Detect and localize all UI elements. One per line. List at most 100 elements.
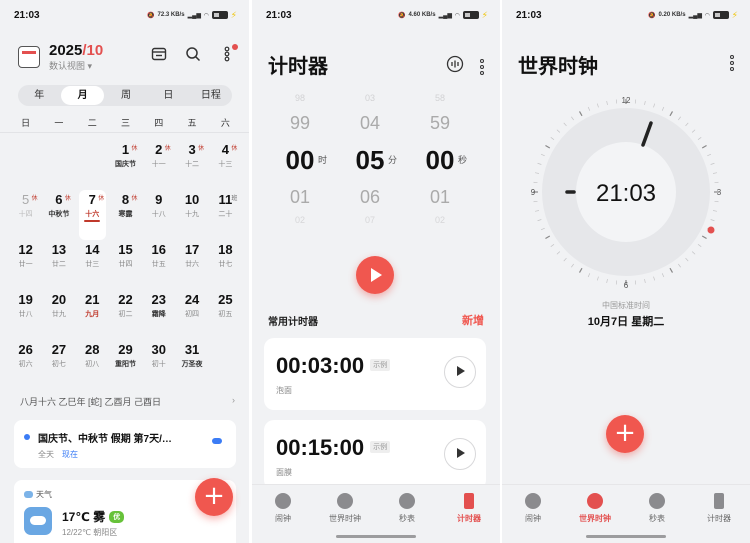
globe-icon (337, 493, 353, 509)
picker-value: 99 (289, 113, 311, 133)
weather-temp-text: 17℃ 雾 (62, 510, 106, 524)
clock-tick (563, 122, 567, 127)
clock-tick (691, 129, 696, 133)
weekday-label: 四 (154, 118, 164, 128)
calendar-day[interactable]: 11 二十班 (209, 190, 242, 240)
weather-label-text: 天气 (36, 490, 52, 499)
calendar-day[interactable]: 21 九月 (76, 290, 109, 340)
preset-name: 面膜 (276, 468, 292, 477)
clock-tick (697, 244, 702, 247)
minutes-wheel[interactable]: 03 04 05 分 06 07 (340, 92, 400, 226)
calendar-day[interactable]: 1 国庆节休 (109, 140, 142, 190)
calendar-day[interactable]: 19 廿八 (9, 290, 42, 340)
calendar-day[interactable]: 18 廿七 (209, 240, 242, 290)
picker-value: 58 (434, 93, 445, 103)
globe-icon (587, 493, 603, 509)
preset-timer-card[interactable]: 00:15:00 示例 面膜 (264, 420, 486, 490)
dial-number: 9 (531, 188, 536, 197)
calendar-day[interactable]: 29 重阳节 (109, 340, 142, 390)
start-timer-button[interactable] (356, 256, 394, 294)
calendar-day[interactable]: 22 初二 (109, 290, 142, 340)
more-icon[interactable] (480, 58, 484, 75)
event-now: 现在 (62, 450, 78, 459)
picker-value: 06 (359, 187, 381, 207)
tab-label: 秒表 (649, 514, 665, 523)
calendar-day[interactable]: 7 十六休 (78, 190, 106, 240)
calendar-day[interactable]: 31 万圣夜 (175, 340, 208, 390)
tab-week[interactable]: 周 (105, 85, 147, 106)
tab-alarm[interactable]: 闹钟 (252, 485, 314, 543)
calendar-day[interactable]: 3 十二休 (175, 140, 208, 190)
add-city-button[interactable]: + (606, 415, 644, 453)
stopwatch-icon (399, 493, 415, 509)
event-card[interactable]: 国庆节、中秋节 假期 第7天/… 全天 现在 (14, 420, 236, 468)
tab-month[interactable]: 月 (61, 86, 104, 105)
calendar-day[interactable]: 28 初八 (76, 340, 109, 390)
seconds-wheel[interactable]: 58 59 00 秒 01 02 (410, 92, 470, 226)
lunar-label: 十一 (151, 161, 166, 168)
sound-wave-icon[interactable] (446, 55, 464, 78)
calendar-day[interactable]: 17 廿六 (175, 240, 208, 290)
play-preset-button[interactable] (444, 356, 476, 388)
timezone-label: 中国标准时间 (602, 301, 650, 310)
calendar-day[interactable]: 30 初十 (142, 340, 175, 390)
weekday-header: 日 一 二 三 四 五 六 (9, 116, 242, 129)
calendar-day[interactable]: 5 十四休 (9, 190, 42, 240)
tab-timer[interactable]: 计时器 (688, 485, 750, 543)
divider (0, 132, 249, 133)
calendar-day[interactable]: 9 十八 (142, 190, 175, 240)
calendar-view-icon[interactable] (151, 46, 167, 62)
calendar-day[interactable]: 10 十九 (175, 190, 208, 240)
tab-year[interactable]: 年 (18, 85, 60, 106)
more-icon[interactable] (730, 55, 734, 71)
tab-day[interactable]: 日 (147, 85, 189, 106)
add-preset-button[interactable]: 新增 (462, 312, 484, 328)
calendar-day[interactable]: 23 霜降 (142, 290, 175, 340)
calendar-day[interactable]: 2 十一休 (142, 140, 175, 190)
aqi-badge: 优 (109, 511, 125, 523)
calendar-day[interactable]: 24 初四 (175, 290, 208, 340)
play-preset-button[interactable] (444, 438, 476, 470)
clock-tick (550, 244, 555, 247)
lunar-label: 廿二 (51, 261, 66, 268)
status-time: 21:03 (266, 9, 292, 21)
calendar-day[interactable]: 13 廿二 (42, 240, 75, 290)
day-number: 26 (18, 342, 33, 357)
tab-alarm[interactable]: 闹钟 (502, 485, 564, 543)
calendar-day[interactable]: 8 寒露休 (109, 190, 142, 240)
picker-value: 01 (289, 187, 311, 207)
calendar-day[interactable]: 26 初六 (9, 340, 42, 390)
calendar-day[interactable]: 12 廿一 (9, 240, 42, 290)
clock-tick (550, 137, 555, 140)
hours-wheel[interactable]: 98 99 00 时 01 02 (270, 92, 330, 226)
calendar-day[interactable]: 14 廿三 (76, 240, 109, 290)
calendar-day[interactable]: 25 初五 (209, 290, 242, 340)
preset-timer-card[interactable]: 00:03:00 示例 泡面 (264, 338, 486, 410)
tab-agenda[interactable]: 日程 (190, 85, 232, 106)
more-icon[interactable] (219, 44, 238, 62)
lunar-label: 十八 (151, 211, 166, 218)
calendar-day[interactable]: 27 初七 (42, 340, 75, 390)
network-speed: 0.20 KB/s (658, 12, 686, 18)
calendar-day[interactable]: 20 廿九 (42, 290, 75, 340)
home-indicator[interactable] (336, 535, 416, 538)
lunar-date-line[interactable]: 八月十六 乙巳年 [蛇] 乙酉月 己酉日 › (20, 395, 235, 408)
home-indicator[interactable] (586, 535, 666, 538)
calendar-day[interactable]: 4 十三休 (209, 140, 242, 190)
day-number: 31 (184, 342, 200, 357)
hourglass-icon (714, 493, 724, 509)
calendar-day[interactable]: 6 中秋节休 (42, 190, 75, 240)
calendar-panel: 21:03 🔕 72.3 KB/s ▂▄▆ ◠ ⚡ 2025/10 数认视图 ▾ (0, 0, 249, 543)
weekday-label: 六 (220, 118, 230, 128)
day-number: 10 (184, 192, 200, 207)
add-event-button[interactable]: + (195, 478, 233, 516)
time-picker[interactable]: 98 99 00 时 01 02 03 04 05 分 06 07 58 59 00… (252, 92, 500, 232)
calendar-day[interactable]: 16 廿五 (142, 240, 175, 290)
search-icon[interactable] (185, 46, 201, 62)
cloud-icon (24, 507, 52, 535)
view-mode-dropdown[interactable]: 数认视图 ▾ (49, 59, 92, 72)
tab-timer[interactable]: 计时器 (438, 485, 500, 543)
year-month-title[interactable]: 2025/10 (49, 42, 103, 59)
lunar-label: 廿七 (218, 261, 233, 268)
calendar-day[interactable]: 15 廿四 (109, 240, 142, 290)
